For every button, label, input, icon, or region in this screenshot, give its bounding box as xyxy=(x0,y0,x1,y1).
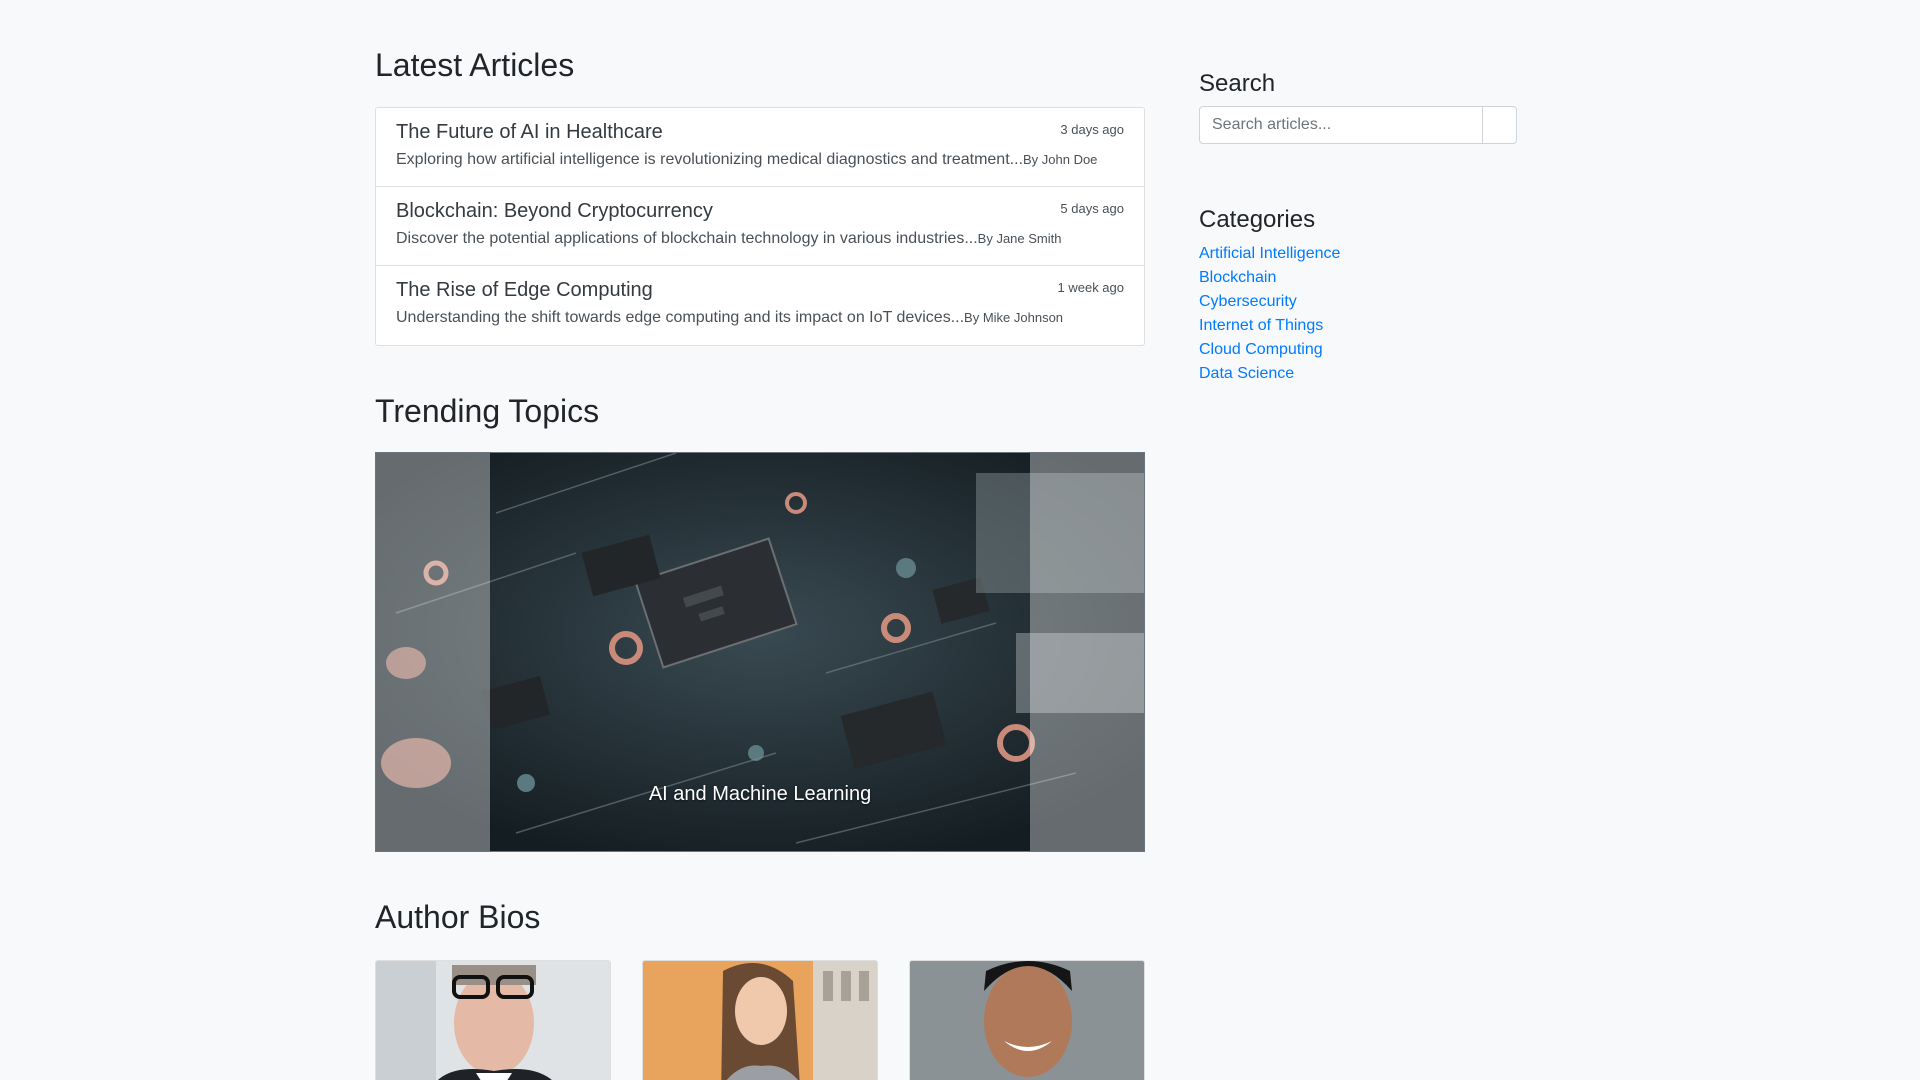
article-time: 1 week ago xyxy=(1057,280,1125,295)
category-item: Artificial Intelligence xyxy=(1199,244,1340,268)
category-link-artificial-intelligence[interactable]: Artificial Intelligence xyxy=(1199,245,1340,262)
page: Latest Articles The Future of AI in Heal… xyxy=(0,0,1920,1080)
article-time: 5 days ago xyxy=(1060,201,1124,216)
trending-carousel[interactable]: AI and Machine Learning xyxy=(375,452,1145,852)
category-link-cloud-computing[interactable]: Cloud Computing xyxy=(1199,341,1323,358)
category-item: Internet of Things xyxy=(1199,316,1340,340)
article-author: By John Doe xyxy=(1022,152,1098,167)
category-link-data-science[interactable]: Data Science xyxy=(1199,365,1294,382)
search-button[interactable] xyxy=(1482,106,1517,144)
search-group xyxy=(1199,106,1517,144)
category-item: Data Science xyxy=(1199,364,1340,388)
latest-articles-heading: Latest Articles xyxy=(375,47,575,83)
article-title[interactable]: Blockchain: Beyond Cryptocurrency xyxy=(396,199,1124,223)
category-link-blockchain[interactable]: Blockchain xyxy=(1199,269,1276,286)
author-card xyxy=(375,960,611,1080)
author-card xyxy=(909,960,1145,1080)
category-item: Cybersecurity xyxy=(1199,292,1340,316)
article-item[interactable]: The Future of AI in Healthcare 3 days ag… xyxy=(376,108,1144,187)
article-author: By Jane Smith xyxy=(977,231,1062,246)
article-description: Understanding the shift towards edge com… xyxy=(396,309,965,326)
trending-topics-heading: Trending Topics xyxy=(375,393,600,429)
author-photo xyxy=(643,961,877,1080)
search-heading: Search xyxy=(1199,70,1276,97)
category-item: Blockchain xyxy=(1199,268,1340,292)
article-description: Discover the potential applications of b… xyxy=(396,230,978,247)
author-card xyxy=(642,960,878,1080)
article-author: By Mike Johnson xyxy=(964,310,1064,325)
category-link-internet-of-things[interactable]: Internet of Things xyxy=(1199,317,1323,334)
carousel-caption: AI and Machine Learning xyxy=(648,783,872,805)
article-item[interactable]: The Rise of Edge Computing 1 week ago Un… xyxy=(376,266,1144,345)
article-time: 3 days ago xyxy=(1060,122,1124,137)
category-link-cybersecurity[interactable]: Cybersecurity xyxy=(1199,293,1297,310)
search-input[interactable] xyxy=(1199,106,1483,144)
category-item: Cloud Computing xyxy=(1199,340,1340,364)
article-title[interactable]: The Rise of Edge Computing xyxy=(396,278,1124,302)
author-photo xyxy=(910,961,1144,1080)
categories-heading: Categories xyxy=(1199,206,1316,233)
article-item[interactable]: Blockchain: Beyond Cryptocurrency 5 days… xyxy=(376,187,1144,266)
categories-list: Artificial Intelligence Blockchain Cyber… xyxy=(1199,244,1340,388)
article-title[interactable]: The Future of AI in Healthcare xyxy=(396,120,1124,144)
articles-list: The Future of AI in Healthcare 3 days ag… xyxy=(375,107,1145,346)
article-description: Exploring how artificial intelligence is… xyxy=(396,151,1023,168)
author-photo xyxy=(376,961,610,1080)
author-bios-heading: Author Bios xyxy=(375,899,541,935)
